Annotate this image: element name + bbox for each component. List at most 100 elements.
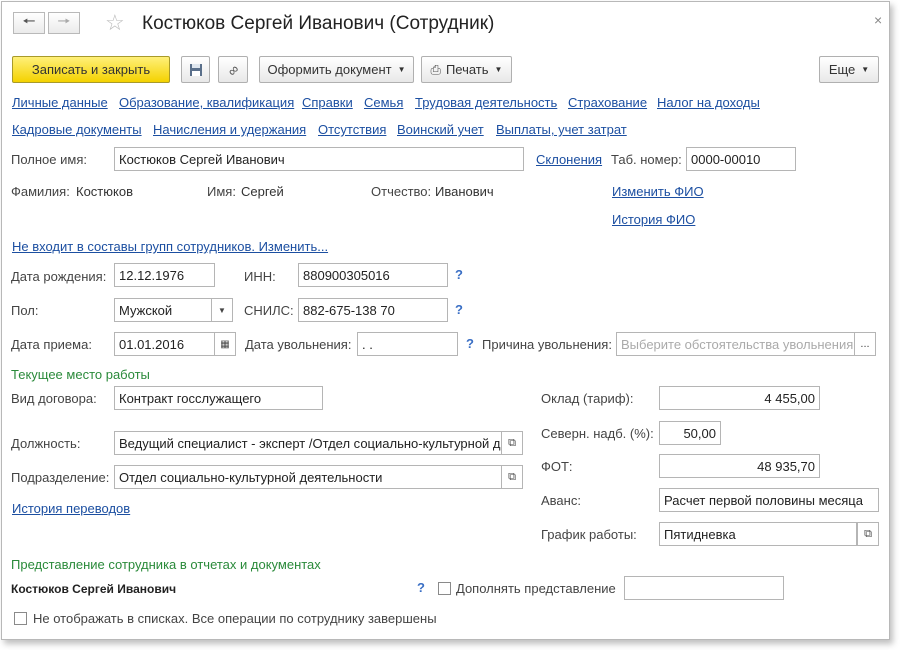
printer-icon: ⎙ <box>430 61 441 77</box>
contract-input[interactable]: Контракт госслужащего <box>114 386 323 410</box>
fullname-input[interactable]: Костюков Сергей Иванович <box>114 147 524 171</box>
snils-input[interactable]: 882-675-138 70 <box>298 298 448 322</box>
presentation-help-icon[interactable]: ? <box>417 580 425 595</box>
link-certificates[interactable]: Справки <box>302 95 353 110</box>
arrow-left-icon: 🠔 <box>22 12 36 30</box>
name-value: Сергей <box>241 184 284 199</box>
north-input[interactable]: 50,00 <box>659 421 721 445</box>
dismiss-reason-select-button[interactable]: ... <box>854 332 876 356</box>
schedule-open-button[interactable]: ⧉ <box>857 522 879 546</box>
fot-input: 48 935,70 <box>659 454 820 478</box>
declension-link[interactable]: Склонения <box>536 152 602 167</box>
link-work-activity[interactable]: Трудовая деятельность <box>415 95 557 110</box>
birth-input[interactable]: 12.12.1976 <box>114 263 215 287</box>
dismiss-reason-label: Причина увольнения: <box>482 337 612 352</box>
hide-list-checkbox[interactable] <box>14 612 27 625</box>
link-accruals[interactable]: Начисления и удержания <box>153 122 306 137</box>
link-family[interactable]: Семья <box>364 95 403 110</box>
save-button[interactable] <box>181 56 210 83</box>
presentation-section-title: Представление сотрудника в отчетах и док… <box>11 557 321 572</box>
snils-label: СНИЛС: <box>244 303 294 318</box>
paperclip-icon: ∞ <box>223 60 243 79</box>
favorite-star-icon[interactable]: ☆ <box>105 10 125 36</box>
hire-label: Дата приема: <box>11 337 92 352</box>
advance-input[interactable]: Расчет первой половины месяца <box>659 488 879 512</box>
open-icon: ⧉ <box>864 527 872 540</box>
calendar-icon: ▦ <box>220 338 230 350</box>
presentation-name: Костюков Сергей Иванович <box>11 582 177 596</box>
patronymic-value: Иванович <box>435 184 494 199</box>
fullname-label: Полное имя: <box>11 152 87 167</box>
link-payments[interactable]: Выплаты, учет затрат <box>496 122 627 137</box>
tab-number-label: Таб. номер: <box>611 152 682 167</box>
schedule-label: График работы: <box>541 527 637 542</box>
employee-window: 🠔 🠖 ☆ Костюков Сергей Иванович (Сотрудни… <box>1 1 890 640</box>
link-insurance[interactable]: Страхование <box>568 95 647 110</box>
ellipsis-icon: ... <box>860 338 870 350</box>
salary-label: Оклад (тариф): <box>541 391 634 406</box>
groups-link[interactable]: Не входит в составы групп сотрудников. И… <box>12 239 328 254</box>
tab-number-input[interactable]: 0000-00010 <box>686 147 796 171</box>
chevron-down-icon: ▼ <box>494 65 503 74</box>
patronymic-label: Отчество: <box>371 184 432 199</box>
dismiss-label: Дата увольнения: <box>245 337 352 352</box>
snils-help-icon[interactable]: ? <box>455 302 463 317</box>
save-close-button[interactable]: Записать и закрыть <box>12 56 170 83</box>
transfer-history-link[interactable]: История переводов <box>12 501 130 516</box>
surname-label: Фамилия: <box>11 184 70 199</box>
link-military[interactable]: Воинский учет <box>397 122 484 137</box>
chevron-down-icon: ▼ <box>397 65 406 74</box>
open-icon: ⧉ <box>508 470 516 483</box>
supplement-label: Дополнять представление <box>456 581 616 596</box>
more-dropdown[interactable]: Еще ▼ <box>819 56 879 83</box>
more-label: Еще <box>828 62 856 77</box>
gender-dropdown-button[interactable]: ▼ <box>211 298 233 322</box>
advance-label: Аванс: <box>541 493 581 508</box>
department-open-button[interactable]: ⧉ <box>501 465 523 489</box>
window-title: Костюков Сергей Иванович (Сотрудник) <box>142 13 495 34</box>
department-input[interactable]: Отдел социально-культурной деятельности <box>114 465 502 489</box>
gender-label: Пол: <box>11 303 39 318</box>
surname-value: Костюков <box>76 184 133 199</box>
position-open-button[interactable]: ⧉ <box>501 431 523 455</box>
gender-select[interactable]: Мужской <box>114 298 212 322</box>
chevron-down-icon: ▼ <box>218 305 226 315</box>
hire-date-picker[interactable]: ▦ <box>214 332 236 356</box>
history-fio-link[interactable]: История ФИО <box>612 212 695 227</box>
dismiss-reason-input[interactable]: Выберите обстоятельства увольнения <box>616 332 855 356</box>
print-label: Печать <box>445 62 489 77</box>
position-label: Должность: <box>11 436 81 451</box>
birth-label: Дата рождения: <box>11 269 107 284</box>
floppy-icon <box>189 63 202 76</box>
department-label: Подразделение: <box>11 470 110 485</box>
supplement-input[interactable] <box>624 576 784 600</box>
dismiss-help-icon[interactable]: ? <box>466 336 474 351</box>
link-education[interactable]: Образование, квалификация <box>119 95 294 110</box>
name-label: Имя: <box>207 184 236 199</box>
supplement-checkbox[interactable] <box>438 582 451 595</box>
hide-list-label: Не отображать в списках. Все операции по… <box>33 611 437 626</box>
open-icon: ⧉ <box>508 436 516 449</box>
change-fio-link[interactable]: Изменить ФИО <box>612 184 704 199</box>
arrow-right-icon: 🠖 <box>57 12 71 30</box>
position-input[interactable]: Ведущий специалист - эксперт /Отдел соци… <box>114 431 502 455</box>
link-absences[interactable]: Отсутствия <box>318 122 386 137</box>
schedule-input[interactable]: Пятидневка <box>659 522 857 546</box>
inn-help-icon[interactable]: ? <box>455 267 463 282</box>
attach-button[interactable]: ∞ <box>218 56 248 83</box>
close-icon[interactable]: × <box>874 12 882 28</box>
chevron-down-icon: ▼ <box>861 65 870 74</box>
make-document-dropdown[interactable]: Оформить документ ▼ <box>259 56 414 83</box>
print-dropdown[interactable]: ⎙ Печать ▼ <box>421 56 512 83</box>
north-label: Северн. надб. (%): <box>541 426 654 441</box>
link-income-tax[interactable]: Налог на доходы <box>657 95 760 110</box>
inn-input[interactable]: 880900305016 <box>298 263 448 287</box>
dismiss-date-input[interactable]: . . <box>357 332 458 356</box>
link-personnel-docs[interactable]: Кадровые документы <box>12 122 142 137</box>
inn-label: ИНН: <box>244 269 276 284</box>
salary-input[interactable]: 4 455,00 <box>659 386 820 410</box>
hire-date-input[interactable]: 01.01.2016 <box>114 332 215 356</box>
forward-button[interactable]: 🠖 <box>48 12 80 34</box>
link-personal-data[interactable]: Личные данные <box>12 95 108 110</box>
back-button[interactable]: 🠔 <box>13 12 45 34</box>
